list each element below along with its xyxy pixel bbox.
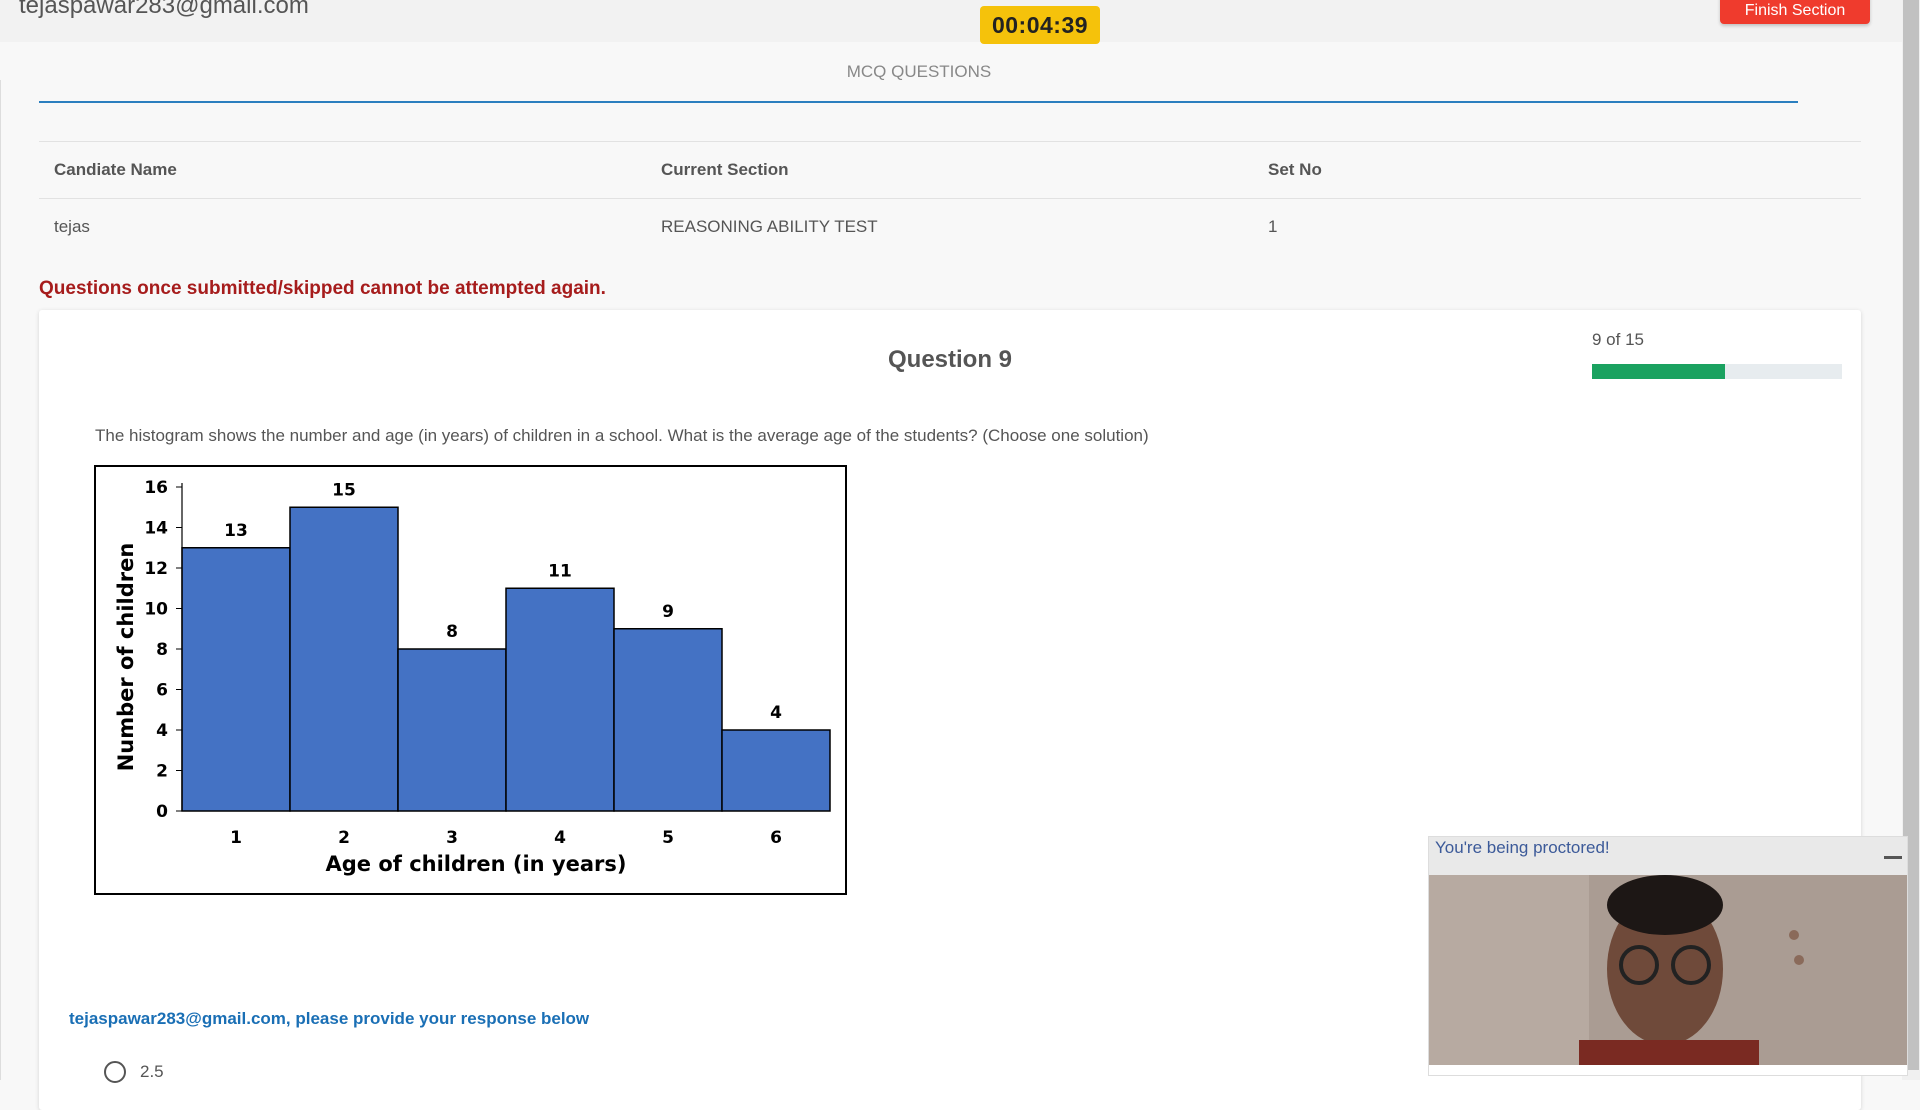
- countdown-timer: 00:04:39: [980, 6, 1100, 44]
- left-divider: [0, 80, 1, 1080]
- submission-warning: Questions once submitted/skipped cannot …: [39, 278, 606, 299]
- webcam-image: [1429, 875, 1907, 1065]
- bar-3: [397, 648, 507, 812]
- table-row: tejas REASONING ABILITY TEST 1: [39, 199, 1861, 256]
- question-text: The histogram shows the number and age (…: [95, 426, 1149, 445]
- bar-1: [181, 547, 291, 812]
- set-no-value: 1: [1268, 217, 1278, 236]
- x-tick-label-4: 4: [554, 828, 566, 848]
- header-candidate-name: Candiate Name: [39, 141, 646, 199]
- bar-value-label-5: 9: [662, 602, 674, 622]
- x-tick-label-2: 2: [338, 828, 350, 848]
- y-tick-label-14: 14: [144, 519, 168, 539]
- progress-bar: [1592, 364, 1842, 379]
- finish-section-button[interactable]: Finish Section: [1720, 0, 1870, 24]
- bar-6: [721, 729, 831, 812]
- section-divider: [39, 101, 1798, 103]
- table-header-row: Candiate Name Current Section Set No: [39, 141, 1861, 199]
- y-tick-label-10: 10: [144, 600, 168, 620]
- y-tick-label-16: 16: [144, 478, 168, 498]
- progress-bar-fill: [1592, 364, 1726, 379]
- proctor-title: You're being proctored!: [1435, 838, 1610, 857]
- proctor-header: You're being proctored!: [1429, 837, 1907, 875]
- webcam-feed: [1429, 875, 1907, 1065]
- candidate-name-value: tejas: [54, 217, 90, 236]
- option-label-1[interactable]: 2.5: [140, 1062, 164, 1082]
- top-bar: tejaspawar283@gmail.com 00:04:39 Finish …: [0, 0, 1902, 44]
- header-set-no: Set No: [1253, 141, 1861, 199]
- question-title: Question 9: [887, 346, 1013, 373]
- section-title: MCQ QUESTIONS: [846, 62, 992, 81]
- bar-value-label-6: 4: [770, 703, 782, 723]
- y-axis-label: Number of children: [114, 543, 138, 772]
- y-tick-label-0: 0: [156, 802, 168, 822]
- y-tick-label-8: 8: [156, 640, 168, 660]
- x-axis-label: Age of children (in years): [325, 852, 626, 876]
- x-tick-label-5: 5: [662, 828, 674, 848]
- x-tick-label-6: 6: [770, 828, 782, 848]
- bar-value-label-4: 11: [548, 561, 572, 581]
- x-tick-label-3: 3: [446, 828, 458, 848]
- bar-value-label-3: 8: [446, 622, 458, 642]
- histogram-chart: 13 1 15 2 8 3 11 4 9 5 4 6 0 2 4 6 8 10 12 14 16 Age of child…: [94, 465, 847, 895]
- bar-4: [505, 587, 615, 812]
- candidate-info-table: Candiate Name Current Section Set No tej…: [39, 141, 1861, 255]
- y-tick-label-12: 12: [144, 559, 168, 579]
- y-tick-label-4: 4: [156, 721, 168, 741]
- histogram-svg: 13 1 15 2 8 3 11 4 9 5 4 6 0 2 4 6 8 10 12 14 16 Age of child…: [114, 478, 831, 876]
- progress-counter: 9 of 15: [1592, 330, 1644, 349]
- current-section-value: REASONING ABILITY TEST: [661, 217, 878, 236]
- user-email: tejaspawar283@gmail.com: [19, 0, 309, 19]
- bar-5: [613, 628, 723, 812]
- y-tick-label-6: 6: [156, 681, 168, 701]
- bar-2: [289, 506, 399, 812]
- x-tick-label-1: 1: [230, 828, 242, 848]
- bar-value-label-2: 15: [332, 480, 356, 500]
- y-tick-label-2: 2: [156, 762, 168, 782]
- header-current-section: Current Section: [646, 141, 1253, 199]
- minimize-icon[interactable]: [1884, 856, 1902, 859]
- proctor-widget: You're being proctored!: [1428, 836, 1908, 1076]
- bar-value-label-1: 13: [224, 521, 248, 541]
- response-prompt: tejaspawar283@gmail.com, please provide …: [69, 1009, 590, 1028]
